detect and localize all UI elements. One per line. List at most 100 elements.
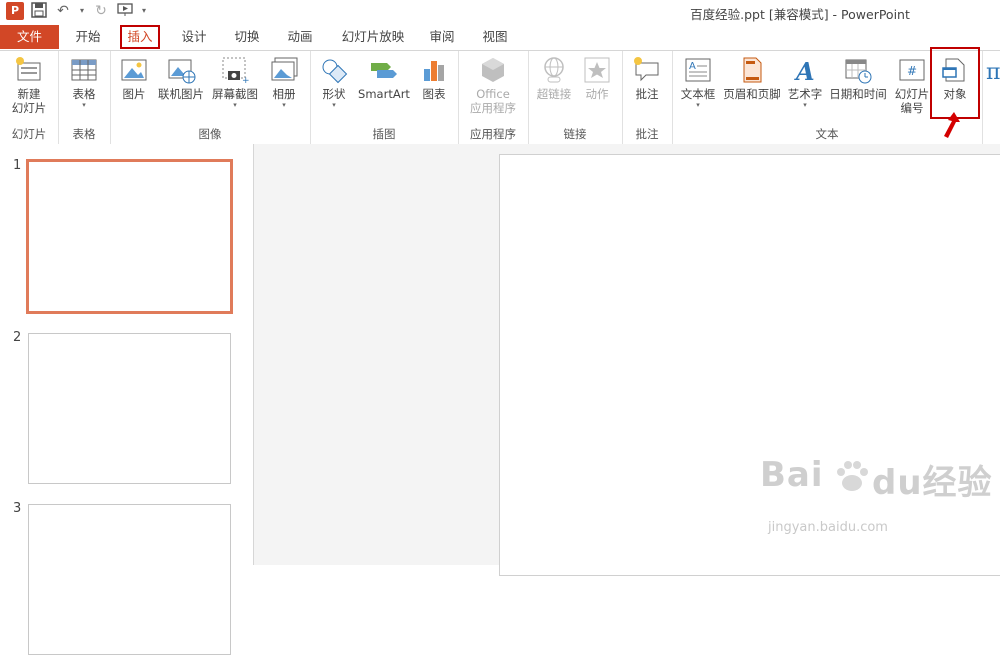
group-slides: 新建 幻灯片 幻灯片: [0, 51, 59, 144]
calendar-clock-icon: [845, 59, 872, 84]
svg-text:+: +: [242, 76, 250, 85]
watermark-url: jingyan.baidu.com: [768, 520, 888, 535]
baidu-watermark: Bai: [760, 455, 824, 495]
slide-number-3: 3: [13, 501, 22, 516]
group-illustrations: 形状 ▾ SmartArt 图表 插图: [310, 51, 459, 144]
watermark-brand: Bai: [760, 455, 824, 495]
slide-number-label-2: 编号: [900, 101, 924, 115]
new-slide-label-2: 幻灯片: [11, 101, 47, 115]
group-slides-label: 幻灯片: [11, 127, 47, 141]
date-time-button[interactable]: 日期和时间: [826, 55, 890, 101]
picture-label: 图片: [122, 87, 146, 101]
table-label: 表格: [72, 87, 96, 101]
tab-slideshow[interactable]: 幻灯片放映: [333, 25, 413, 49]
hyperlink-icon: [544, 57, 564, 83]
new-slide-label-1: 新建: [17, 87, 41, 101]
screenshot-button[interactable]: + 屏幕截图 ▾: [210, 55, 260, 109]
picture-icon: [121, 59, 147, 81]
header-footer-label: 页眉和页脚: [723, 87, 781, 101]
smartart-icon: [371, 63, 397, 78]
svg-text:A: A: [794, 57, 815, 85]
new-slide-button[interactable]: 新建 幻灯片: [4, 55, 54, 115]
object-label: 对象: [943, 87, 967, 101]
group-images: 图片 联机图片 + 屏幕截图 ▾ 相册 ▾ 图像: [110, 51, 311, 144]
smartart-button[interactable]: SmartArt: [356, 55, 412, 101]
photo-album-icon: [271, 57, 298, 81]
dropdown-arrow-icon: ▾: [233, 101, 237, 109]
chart-label: 图表: [422, 87, 446, 101]
dropdown-arrow-icon: ▾: [282, 101, 286, 109]
new-slide-icon: [16, 57, 41, 81]
group-apps: Office 应用程序 应用程序: [458, 51, 529, 144]
group-links-label: 链接: [563, 127, 587, 141]
tab-design[interactable]: 设计: [174, 25, 214, 49]
shapes-label: 形状: [322, 87, 346, 101]
slide-thumbnail-3[interactable]: [28, 504, 231, 655]
picture-button[interactable]: 图片: [116, 55, 152, 101]
comment-button[interactable]: 批注: [628, 55, 666, 101]
group-symbols-partial: π: [982, 51, 1000, 144]
table-icon: [71, 59, 97, 81]
screenshot-label: 屏幕截图: [212, 87, 258, 101]
watermark-brand-cn: du经验: [872, 463, 993, 503]
action-star-icon: [584, 57, 610, 83]
textbox-label: 文本框: [680, 87, 716, 101]
office-apps-label-2: 应用程序: [470, 101, 516, 115]
tab-review[interactable]: 审阅: [422, 25, 462, 49]
equation-icon[interactable]: π: [986, 57, 1000, 87]
ribbon: 新建 幻灯片 幻灯片 表格 ▾ 表格 图片 联机图片 + 屏幕截图 ▾ 相册 ▾…: [0, 47, 1000, 145]
object-button[interactable]: 对象: [930, 47, 980, 119]
office-apps-label-1: Office: [476, 87, 510, 101]
title-bar: P ↶ ▾ ↻ ▾ 百度经验.ppt [兼容模式] - PowerPoint: [0, 0, 1000, 24]
group-tables-label: 表格: [72, 127, 96, 141]
group-images-label: 图像: [198, 127, 222, 141]
slide-number-button[interactable]: # 幻灯片 编号: [890, 55, 934, 115]
window-title: 百度经验.ppt [兼容模式] - PowerPoint: [690, 7, 910, 22]
smartart-label: SmartArt: [358, 87, 410, 101]
chart-icon: [424, 61, 444, 81]
date-time-label: 日期和时间: [829, 87, 887, 101]
shapes-button[interactable]: 形状 ▾: [316, 55, 352, 109]
chart-button[interactable]: 图表: [416, 55, 452, 101]
tab-animations[interactable]: 动画: [280, 25, 320, 49]
wordart-label: 艺术字: [787, 87, 823, 101]
table-button[interactable]: 表格 ▾: [64, 55, 104, 109]
comment-label: 批注: [635, 87, 659, 101]
office-apps-icon: [482, 58, 504, 82]
wordart-button[interactable]: A 艺术字 ▾: [784, 55, 826, 109]
baidu-paw-icon: [837, 461, 868, 491]
online-picture-button[interactable]: 联机图片: [156, 55, 206, 101]
tab-file[interactable]: 文件: [0, 25, 59, 49]
office-apps-button[interactable]: Office 应用程序: [463, 55, 523, 115]
tab-view[interactable]: 视图: [475, 25, 515, 49]
textbox-button[interactable]: A 文本框 ▾: [676, 55, 720, 109]
tab-transitions[interactable]: 切换: [227, 25, 267, 49]
slide-thumbnail-pane[interactable]: 1 2 3: [0, 144, 254, 655]
slide-thumbnail-2[interactable]: [28, 333, 231, 484]
svg-text:A: A: [689, 61, 696, 72]
group-comments: 批注 批注: [622, 51, 673, 144]
slide-thumbnail-1[interactable]: [26, 159, 233, 314]
ribbon-tabs: 文件 开始 插入 设计 切换 动画 幻灯片放映 审阅 视图: [0, 24, 1000, 50]
dropdown-arrow-icon: ▾: [82, 101, 86, 109]
shapes-icon: [322, 59, 348, 84]
group-tables: 表格 ▾ 表格: [58, 51, 111, 144]
online-picture-icon: [168, 59, 196, 84]
watermark-brand-cn-wrap: du经验: [872, 455, 993, 504]
current-slide[interactable]: [499, 154, 1000, 576]
comment-icon: [634, 57, 659, 82]
hyperlink-button[interactable]: 超链接: [532, 55, 576, 101]
object-icon: [942, 58, 965, 82]
photo-album-label: 相册: [272, 87, 296, 101]
action-button[interactable]: 动作: [578, 55, 616, 101]
header-footer-button[interactable]: 页眉和页脚: [720, 55, 784, 101]
tab-home[interactable]: 开始: [68, 25, 108, 49]
photo-album-button[interactable]: 相册 ▾: [264, 55, 304, 109]
slide-number-2: 2: [13, 330, 22, 345]
group-apps-label: 应用程序: [470, 127, 516, 141]
slide-number-1: 1: [13, 158, 22, 173]
group-text: A 文本框 ▾ 页眉和页脚 A 艺术字 ▾ 日期和时间 # 幻灯片 编号 对象 …: [672, 47, 983, 144]
slide-number-label-1: 幻灯片: [894, 87, 930, 101]
header-footer-icon: [743, 57, 762, 83]
tab-insert[interactable]: 插入: [120, 25, 160, 49]
